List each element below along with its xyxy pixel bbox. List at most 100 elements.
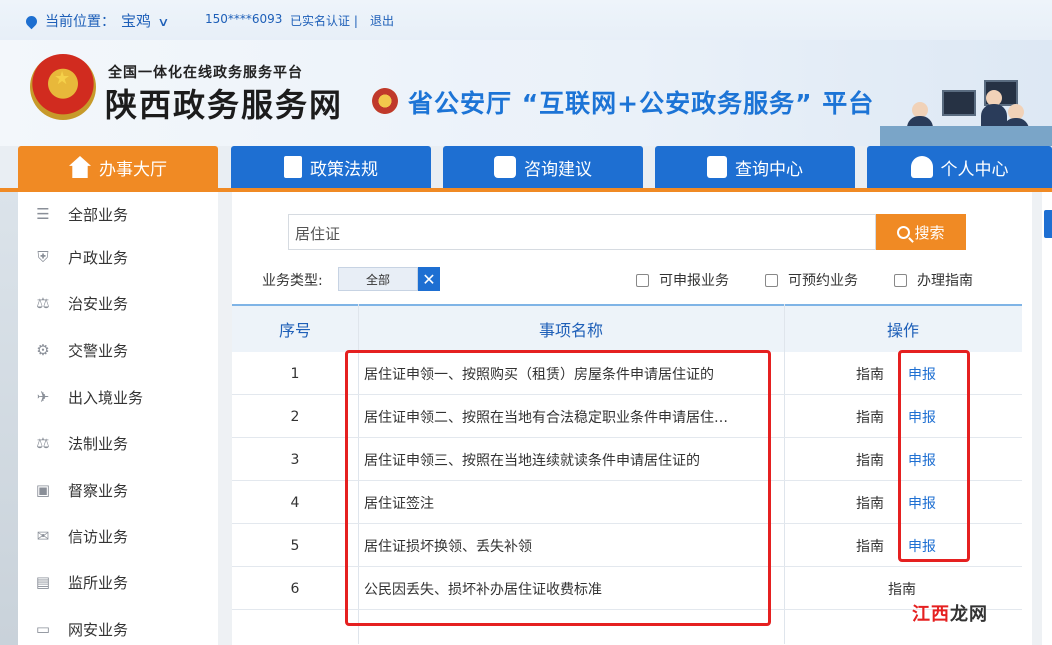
search-button-label: 搜索 <box>914 223 945 242</box>
sidebar-item-label: 出入境业务 <box>68 388 144 407</box>
list-icon: ☰ <box>36 205 50 223</box>
tab-personal-center[interactable]: 个人中心 <box>867 146 1052 188</box>
sidebar: ☰ 全部业务 ⛨ 户政业务 ⚖ 治安业务 ⚙ 交警业务 ✈ 出入境业务 ⚖ 法制业务 ▣ 督察… <box>18 192 218 645</box>
shield-icon: ⛨ <box>37 248 49 266</box>
sidebar-item-label: 治安业务 <box>68 294 129 313</box>
main-panel: 居住证 搜索 业务类型: 全部 ✕ 可申报业务 可预约业务 办理指南 序号 事项… <box>232 192 1032 645</box>
sidebar-item-label: 交警业务 <box>68 341 129 360</box>
checkbox-guide[interactable]: 办理指南 <box>894 270 973 290</box>
header-action: 操作 <box>886 321 919 340</box>
checkbox-label: 办理指南 <box>917 273 973 289</box>
tab-query-center[interactable]: 查询中心 <box>655 146 855 188</box>
sidebar-item-household[interactable]: ⛨ 户政业务 <box>37 242 129 272</box>
sidebar-item-label: 网安业务 <box>68 620 129 639</box>
sidebar-item-detention[interactable]: ▤ 监所业务 <box>36 567 128 597</box>
table-header: 序号 事项名称 操作 <box>232 304 1022 352</box>
sidebar-item-label: 全部业务 <box>68 205 129 224</box>
watermark-part1: 江西 <box>912 604 950 625</box>
location-pin-icon <box>23 13 40 30</box>
guide-link[interactable]: 指南 <box>842 352 898 395</box>
guide-link[interactable]: 指南 <box>842 524 898 567</box>
sidebar-item-cyber[interactable]: ▭ 网安业务 <box>36 614 129 644</box>
header-name: 事项名称 <box>538 321 603 340</box>
chat-icon <box>494 156 516 178</box>
close-icon[interactable]: ✕ <box>418 267 440 291</box>
guide-link[interactable]: 指南 <box>842 481 898 524</box>
site-subtitle: 全国一体化在线政务服务平台 <box>108 65 303 81</box>
sidebar-item-all[interactable]: ☰ 全部业务 <box>36 199 129 229</box>
header-index: 序号 <box>278 321 311 340</box>
business-type-select[interactable]: 全部 <box>338 267 418 291</box>
row-index: 3 <box>290 451 300 468</box>
sidebar-item-petition[interactable]: ✉ 信访业务 <box>37 521 129 551</box>
search-icon <box>897 225 911 239</box>
chevron-down-icon[interactable]: ∨ <box>157 15 169 29</box>
sidebar-item-label: 督察业务 <box>68 481 129 500</box>
main-nav: 办事大厅 政策法规 咨询建议 查询中心 个人中心 <box>0 146 1052 192</box>
checkbox-box[interactable] <box>765 273 778 287</box>
tab-label: 政策法规 <box>310 159 378 180</box>
tab-label: 个人中心 <box>940 159 1009 180</box>
tab-policies[interactable]: 政策法规 <box>231 146 431 188</box>
site-title[interactable]: 陕西政务服务网 <box>105 80 343 126</box>
sidebar-item-immigration[interactable]: ✈ 出入境业务 <box>37 382 144 412</box>
row-index: 2 <box>290 408 300 425</box>
location-label: 当前位置： <box>45 14 115 30</box>
highlight-apply-box <box>898 350 970 562</box>
guide-link[interactable]: 指南 <box>842 395 898 438</box>
checkbox-box[interactable] <box>894 273 907 287</box>
home-icon <box>69 156 91 178</box>
sidebar-item-label: 法制业务 <box>68 434 129 453</box>
traffic-icon: ⚙ <box>36 341 50 359</box>
row-index: 4 <box>290 494 300 511</box>
tab-label: 咨询建议 <box>524 159 592 180</box>
gutter <box>218 192 232 645</box>
search-input[interactable]: 居住证 <box>288 214 876 250</box>
logout-link[interactable]: 退出 <box>370 12 394 29</box>
tab-label: 查询中心 <box>735 159 803 180</box>
police-badge-icon <box>372 88 398 114</box>
document-icon <box>284 156 302 178</box>
right-edge-panel <box>1032 192 1052 645</box>
tab-service-hall[interactable]: 办事大厅 <box>18 146 218 188</box>
sidebar-item-label: 信访业务 <box>68 527 129 546</box>
tab-label: 办事大厅 <box>99 159 167 180</box>
national-emblem-icon: ★ <box>30 54 96 120</box>
user-phone[interactable]: 150****6093 <box>205 12 282 26</box>
search-button[interactable]: 搜索 <box>876 214 966 250</box>
checkbox-box[interactable] <box>636 273 649 287</box>
row-index: 5 <box>290 537 300 554</box>
left-background <box>0 192 18 645</box>
sidebar-item-traffic[interactable]: ⚙ 交警业务 <box>36 335 129 365</box>
verified-status: 已实名认证 | <box>290 14 358 28</box>
row-index: 6 <box>290 580 300 597</box>
location-selector[interactable]: 当前位置： 宝鸡 ∨ <box>23 10 170 31</box>
checkbox-label: 可申报业务 <box>659 273 729 289</box>
sidebar-item-public-security[interactable]: ⚖ 治安业务 <box>36 288 129 318</box>
person-icon <box>910 156 933 178</box>
city-name[interactable]: 宝鸡 <box>121 12 151 30</box>
business-type-label: 业务类型: <box>262 273 323 289</box>
sidebar-item-label: 户政业务 <box>68 248 129 267</box>
checkbox-label: 可预约业务 <box>788 273 858 289</box>
side-widget-icon[interactable] <box>1044 210 1052 238</box>
sidebar-item-inspection[interactable]: ▣ 督察业务 <box>36 475 129 505</box>
scale-icon: ⚖ <box>36 434 50 452</box>
platform-title: 省公安厅 “互联网+公安政务服务” 平台 <box>408 89 875 118</box>
checkbox-declarable[interactable]: 可申报业务 <box>636 270 729 290</box>
officers-illustration <box>880 70 1052 158</box>
mail-icon: ✉ <box>36 527 50 545</box>
guide-link[interactable]: 指南 <box>842 438 898 481</box>
watermark-part2: 龙网 <box>950 604 988 625</box>
highlight-names-box <box>345 350 771 626</box>
scale-icon: ⚖ <box>36 294 50 312</box>
search-doc-icon <box>707 156 727 178</box>
checkbox-bookable[interactable]: 可预约业务 <box>765 270 858 290</box>
row-index: 1 <box>290 365 300 382</box>
plane-icon: ✈ <box>36 388 50 406</box>
site-header: ★ 全国一体化在线政务服务平台 陕西政务服务网 省公安厅 “互联网+公安政务服务… <box>0 40 1052 158</box>
monitor-icon: ▭ <box>35 620 51 638</box>
sidebar-item-legal[interactable]: ⚖ 法制业务 <box>36 428 129 458</box>
badge-icon: ▣ <box>35 481 51 499</box>
tab-consultation[interactable]: 咨询建议 <box>443 146 643 188</box>
